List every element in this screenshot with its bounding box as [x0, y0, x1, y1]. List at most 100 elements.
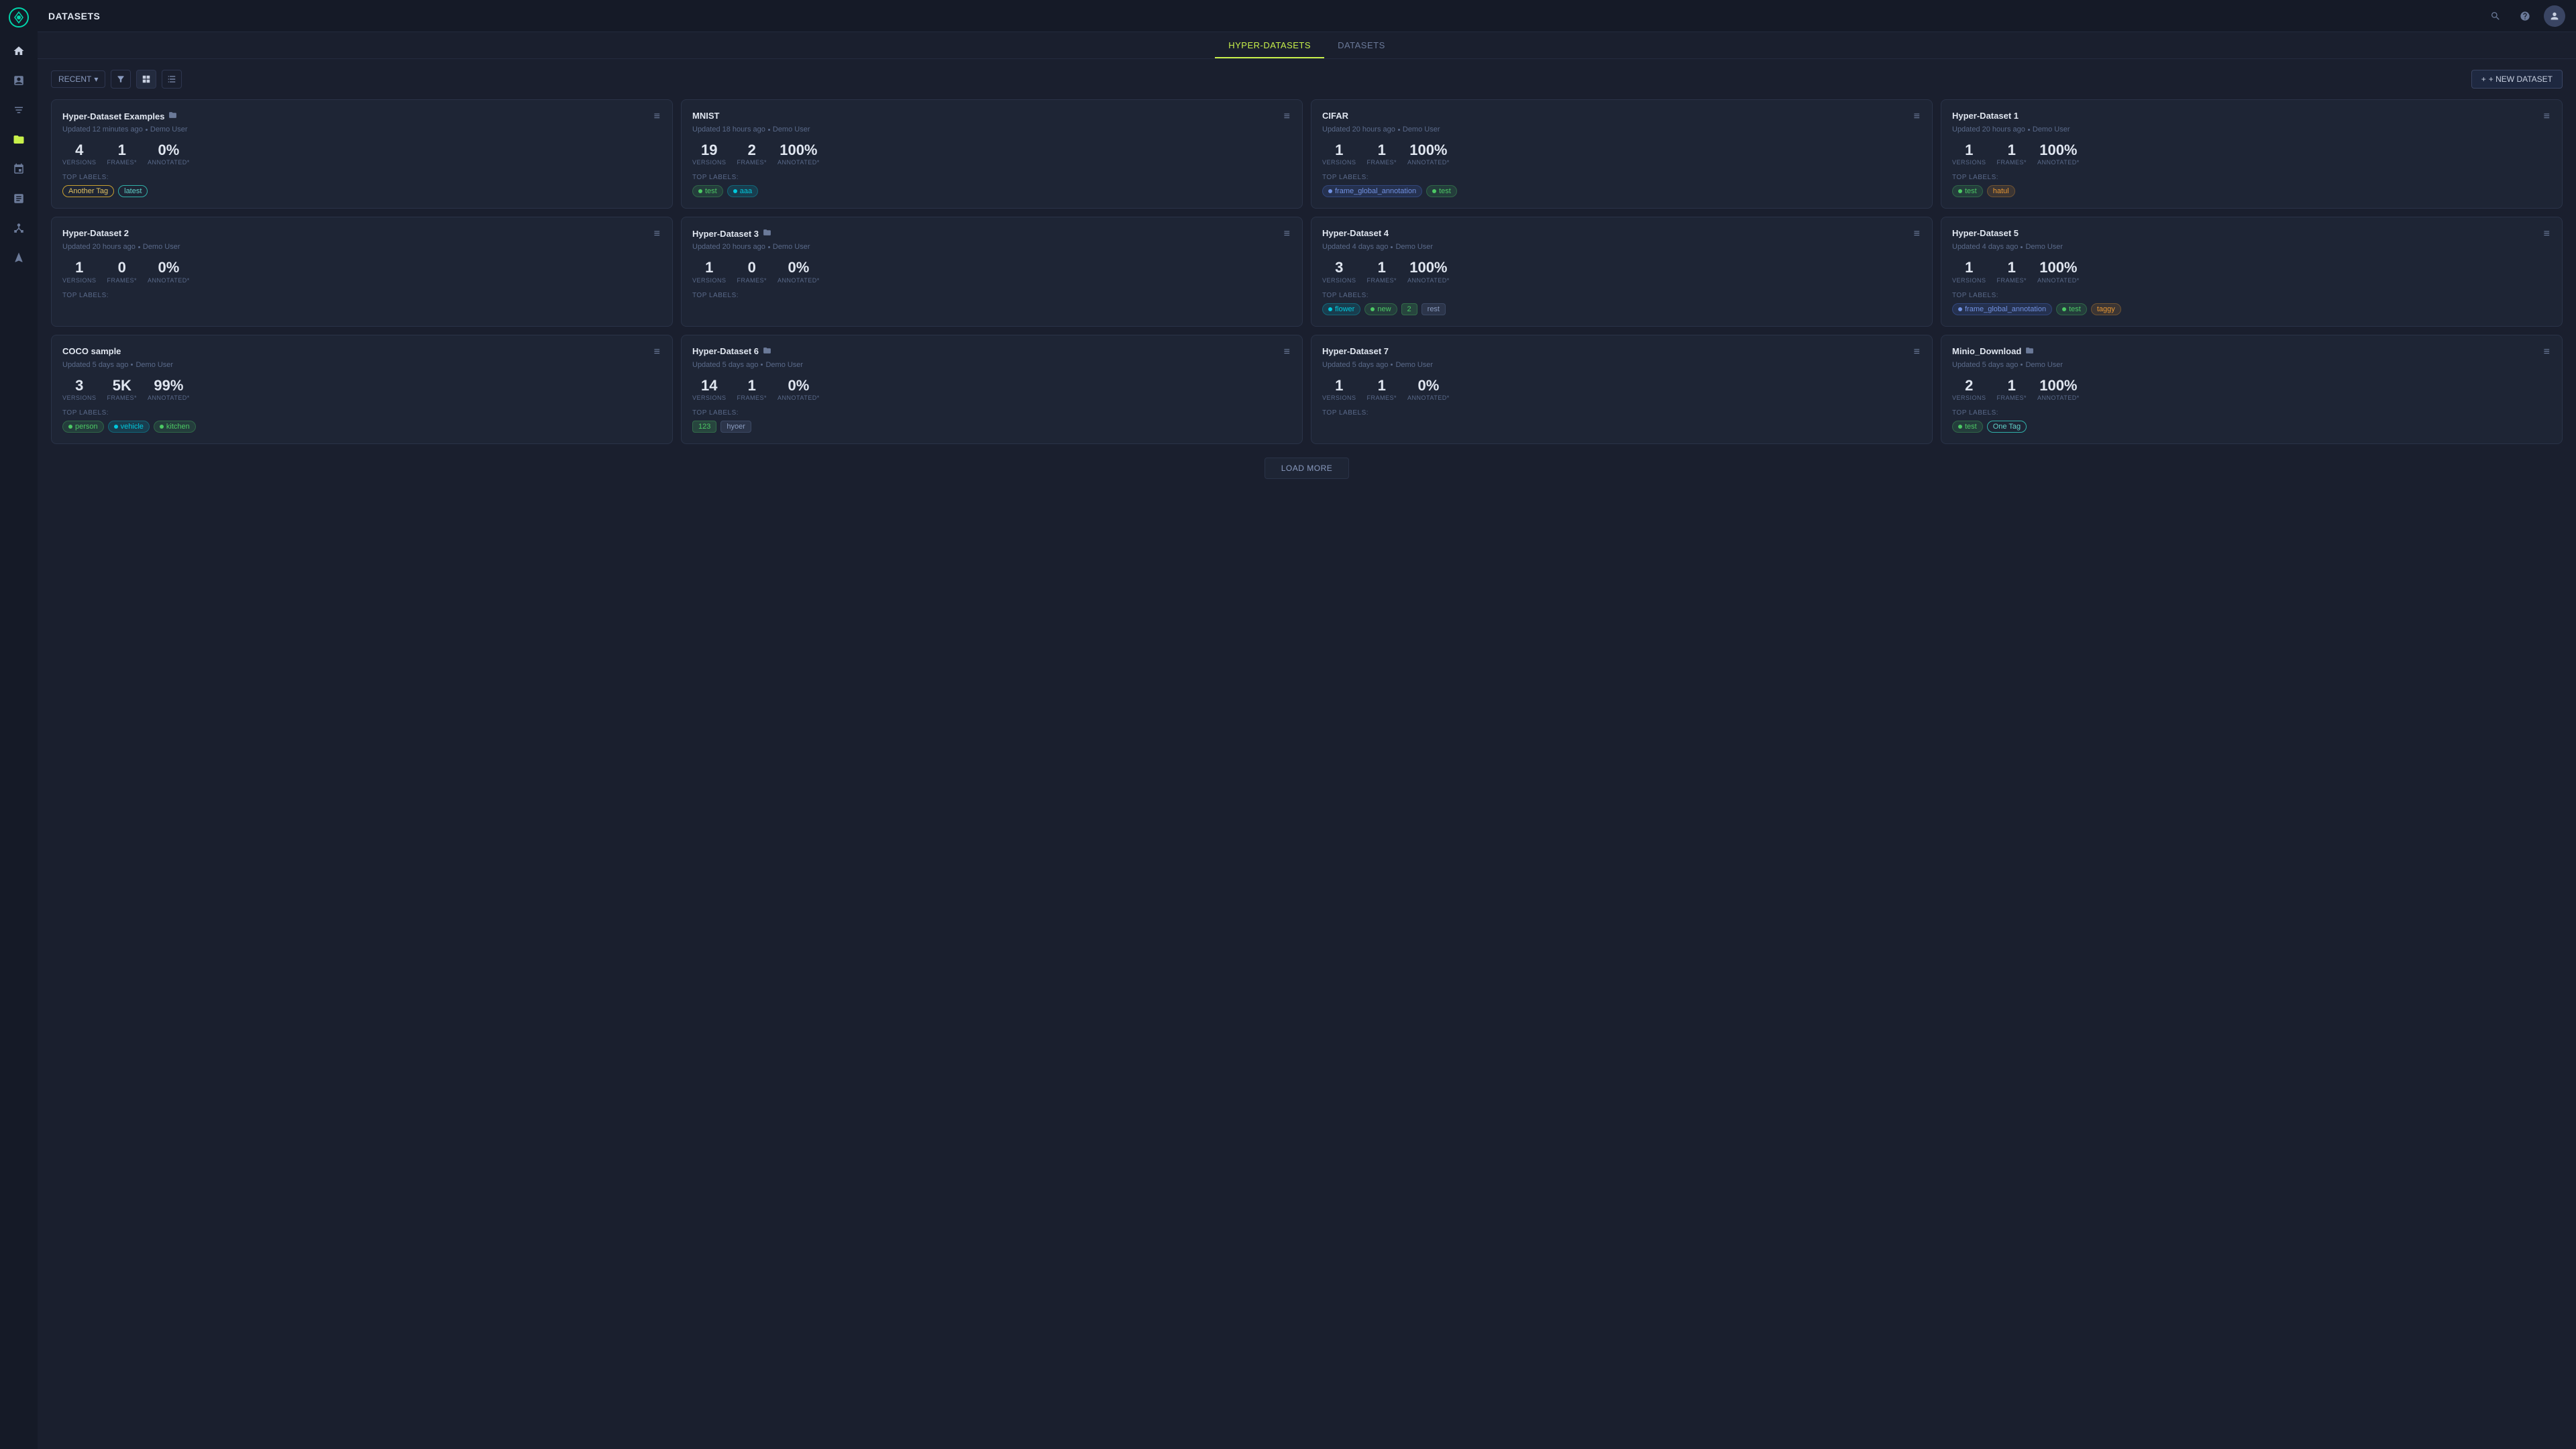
frames-label: FRAMES* [1997, 394, 2027, 401]
card-menu-button[interactable]: ≡ [653, 346, 661, 358]
top-labels-title: TOP LABELS: [62, 174, 661, 181]
dataset-card[interactable]: Hyper-Dataset 1 ≡ Updated 20 hours ago D… [1941, 99, 2563, 209]
versions-value: 1 [1322, 142, 1356, 159]
help-button[interactable] [2514, 5, 2536, 27]
card-title: CIFAR [1322, 111, 1348, 121]
dataset-card[interactable]: Hyper-Dataset 2 ≡ Updated 20 hours ago D… [51, 217, 673, 326]
search-button[interactable] [2485, 5, 2506, 27]
annotated-label: ANNOTATED* [2037, 277, 2080, 284]
sidebar-item-home[interactable] [5, 38, 32, 64]
tag-label: vehicle [108, 421, 150, 433]
dataset-card[interactable]: Hyper-Dataset 3 ≡ Updated 20 hours ago D… [681, 217, 1303, 326]
tag-label: frame_global_annotation [1322, 185, 1422, 197]
card-menu-button[interactable]: ≡ [1913, 228, 1921, 240]
card-meta: Updated 5 days ago Demo User [1322, 361, 1921, 369]
load-more-button[interactable]: LOAD MORE [1265, 458, 1350, 479]
filter-button[interactable] [111, 70, 131, 89]
card-menu-button[interactable]: ≡ [2542, 228, 2551, 240]
frames-value: 1 [737, 377, 767, 394]
card-menu-button[interactable]: ≡ [2542, 111, 2551, 123]
frames-stat: 1 FRAMES* [1997, 142, 2027, 166]
dataset-card[interactable]: CIFAR ≡ Updated 20 hours ago Demo User 1… [1311, 99, 1933, 209]
card-stats: 2 VERSIONS 1 FRAMES* 100% ANNOTATED* [1952, 377, 2551, 401]
frames-stat: 1 FRAMES* [1997, 377, 2027, 401]
tag-label: new [1364, 303, 1397, 315]
dataset-card[interactable]: Hyper-Dataset Examples ≡ Updated 12 minu… [51, 99, 673, 209]
annotated-value: 99% [148, 377, 190, 394]
card-title-row: Hyper-Dataset 1 [1952, 111, 2019, 121]
tag-label: flower [1322, 303, 1360, 315]
versions-label: VERSIONS [1322, 159, 1356, 166]
card-menu-button[interactable]: ≡ [2542, 346, 2551, 358]
versions-stat: 1 VERSIONS [1952, 259, 1986, 283]
dataset-card[interactable]: MNIST ≡ Updated 18 hours ago Demo User 1… [681, 99, 1303, 209]
versions-label: VERSIONS [692, 394, 727, 401]
sidebar-item-reports[interactable] [5, 185, 32, 212]
annotated-label: ANNOTATED* [1407, 277, 1450, 284]
card-meta: Updated 20 hours ago Demo User [692, 243, 1291, 251]
dataset-card[interactable]: COCO sample ≡ Updated 5 days ago Demo Us… [51, 335, 673, 444]
annotated-value: 100% [1407, 142, 1450, 159]
dataset-card[interactable]: Hyper-Dataset 7 ≡ Updated 5 days ago Dem… [1311, 335, 1933, 444]
card-title-row: Hyper-Dataset 2 [62, 228, 129, 238]
card-header: COCO sample ≡ [62, 346, 661, 358]
meta-dot [761, 364, 763, 366]
dataset-card[interactable]: Hyper-Dataset 6 ≡ Updated 5 days ago Dem… [681, 335, 1303, 444]
sidebar-item-models[interactable] [5, 97, 32, 123]
card-menu-button[interactable]: ≡ [1283, 346, 1291, 358]
annotated-stat: 0% ANNOTATED* [148, 259, 190, 283]
sidebar-item-pipelines[interactable] [5, 156, 32, 182]
annotated-stat: 0% ANNOTATED* [777, 377, 820, 401]
annotated-stat: 100% ANNOTATED* [2037, 377, 2080, 401]
user-avatar[interactable] [2544, 5, 2565, 27]
versions-label: VERSIONS [1322, 277, 1356, 284]
new-dataset-button[interactable]: + + NEW DATASET [2471, 70, 2563, 89]
meta-dot [768, 129, 770, 131]
frames-value: 2 [737, 142, 767, 159]
versions-stat: 1 VERSIONS [1322, 142, 1356, 166]
card-user: Demo User [1395, 361, 1433, 369]
load-more-container: LOAD MORE [51, 458, 2563, 479]
card-header: CIFAR ≡ [1322, 111, 1921, 123]
card-user: Demo User [765, 361, 803, 369]
sidebar-item-orchestration[interactable] [5, 215, 32, 241]
annotated-stat: 100% ANNOTATED* [1407, 142, 1450, 166]
card-menu-button[interactable]: ≡ [653, 111, 661, 123]
card-user: Demo User [1395, 243, 1433, 251]
card-menu-button[interactable]: ≡ [1913, 346, 1921, 358]
frames-value: 1 [1997, 377, 2027, 394]
card-header: Hyper-Dataset 7 ≡ [1322, 346, 1921, 358]
card-menu-button[interactable]: ≡ [653, 228, 661, 240]
top-labels-title: TOP LABELS: [692, 174, 1291, 181]
tab-hyper-datasets[interactable]: HYPER-DATASETS [1215, 32, 1324, 58]
frames-stat: 0 FRAMES* [737, 259, 767, 283]
sidebar-item-deploy[interactable] [5, 244, 32, 271]
versions-value: 3 [1322, 259, 1356, 276]
frames-label: FRAMES* [107, 277, 138, 284]
sidebar-item-experiments[interactable] [5, 67, 32, 94]
recent-dropdown[interactable]: RECENT ▾ [51, 70, 105, 88]
top-labels-title: TOP LABELS: [692, 292, 1291, 299]
versions-value: 1 [62, 259, 97, 276]
card-header: MNIST ≡ [692, 111, 1291, 123]
sidebar-item-datasets[interactable] [5, 126, 32, 153]
dataset-card[interactable]: Minio_Download ≡ Updated 5 days ago Demo… [1941, 335, 2563, 444]
meta-dot [2021, 364, 2023, 366]
card-user: Demo User [773, 243, 810, 251]
tab-datasets[interactable]: DATASETS [1324, 32, 1399, 58]
versions-stat: 19 VERSIONS [692, 142, 727, 166]
card-menu-button[interactable]: ≡ [1283, 111, 1291, 123]
card-updated: Updated 4 days ago [1322, 243, 1388, 251]
card-menu-button[interactable]: ≡ [1283, 228, 1291, 240]
app-logo[interactable] [7, 5, 31, 30]
dataset-card[interactable]: Hyper-Dataset 5 ≡ Updated 4 days ago Dem… [1941, 217, 2563, 326]
card-user: Demo User [2025, 361, 2063, 369]
list-view-button[interactable] [162, 70, 182, 89]
card-menu-button[interactable]: ≡ [1913, 111, 1921, 123]
card-title: Hyper-Dataset 4 [1322, 228, 1389, 238]
dataset-card[interactable]: Hyper-Dataset 4 ≡ Updated 4 days ago Dem… [1311, 217, 1933, 326]
card-title-row: Minio_Download [1952, 346, 2034, 357]
versions-stat: 1 VERSIONS [692, 259, 727, 283]
grid-view-button[interactable] [136, 70, 156, 89]
card-title: Hyper-Dataset 7 [1322, 346, 1389, 356]
